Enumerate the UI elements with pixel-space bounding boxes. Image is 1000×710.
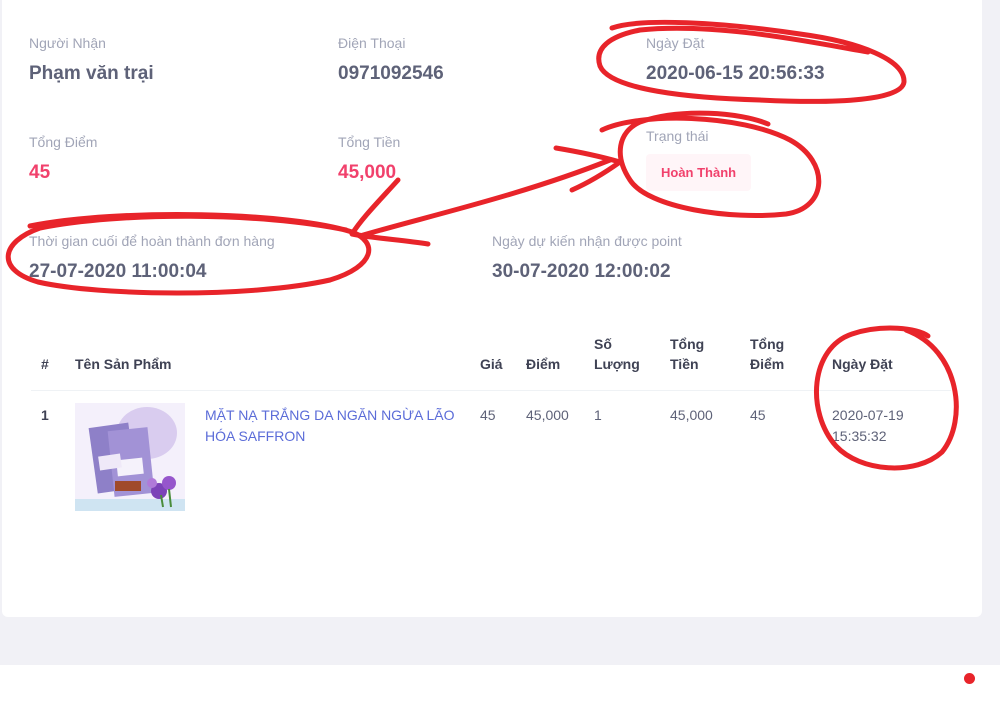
header-total-amount: Tổng Tiền <box>660 334 740 391</box>
order-date-field: Ngày Đặt 2020-06-15 20:56:33 <box>646 35 825 85</box>
order-date-label: Ngày Đặt <box>646 35 705 51</box>
row-thumbnail-cell <box>65 391 195 522</box>
total-points-field: Tổng Điểm 45 <box>29 134 97 184</box>
row-date: 2020-07-19 15:35:32 <box>832 407 904 444</box>
row-total-points: 45 <box>750 407 766 423</box>
notification-dot[interactable] <box>964 673 975 684</box>
order-detail-card: Người Nhận Phạm văn trại Điện Thoại 0971… <box>2 0 982 617</box>
row-date-cell: 2020-07-19 15:35:32 <box>822 391 951 522</box>
header-points: Điểm <box>516 334 584 391</box>
header-quantity-text: Số Lượng <box>594 336 640 372</box>
header-quantity: Số Lượng <box>584 334 660 391</box>
deadline-value: 27-07-2020 11:00:04 <box>29 261 207 282</box>
order-items-table: # Tên Sản Phẩm Giá Điểm Số Lượng Tổng Ti… <box>31 334 951 521</box>
table-header-row: # Tên Sản Phẩm Giá Điểm Số Lượng Tổng Ti… <box>31 334 951 391</box>
status-field: Trạng thái Hoàn Thành <box>646 128 752 191</box>
deadline-field: Thời gian cuối để hoàn thành đơn hàng 27… <box>29 233 275 283</box>
receiver-field: Người Nhận Phạm văn trại <box>29 35 154 85</box>
row-index: 1 <box>41 407 49 423</box>
table-row: 1 MẶT NẠ TRẮNG DA NGĂN NGỪA LÃO HÓA SAFF… <box>31 391 951 522</box>
expected-points-date-label: Ngày dự kiến nhận được point <box>492 233 682 249</box>
header-total-amount-text: Tổng Tiền <box>670 336 705 372</box>
receiver-value: Phạm văn trại <box>29 63 154 84</box>
phone-field: Điện Thoại 0971092546 <box>338 35 444 85</box>
phone-label: Điện Thoại <box>338 35 406 51</box>
total-amount-value: 45,000 <box>338 162 397 183</box>
header-product-name-spacer <box>195 334 470 391</box>
status-badge: Hoàn Thành <box>646 154 752 191</box>
header-total-points-text: Tổng Điểm <box>750 336 785 372</box>
header-total-points: Tổng Điểm <box>740 334 822 391</box>
status-label: Trạng thái <box>646 128 709 144</box>
row-quantity: 1 <box>594 407 602 423</box>
product-thumbnail[interactable] <box>75 403 185 511</box>
expected-points-date-value: 30-07-2020 12:00:02 <box>492 261 671 282</box>
receiver-label: Người Nhận <box>29 35 106 51</box>
total-amount-label: Tổng Tiền <box>338 134 401 150</box>
row-points: 45,000 <box>526 407 569 423</box>
row-total-amount: 45,000 <box>670 407 713 423</box>
order-date-value: 2020-06-15 20:56:33 <box>646 63 825 84</box>
row-price: 45 <box>480 407 496 423</box>
header-product: Tên Sản Phẩm <box>65 334 195 391</box>
header-index: # <box>31 334 65 391</box>
expected-points-date-field: Ngày dự kiến nhận được point 30-07-2020 … <box>492 233 682 283</box>
header-date: Ngày Đặt <box>822 334 951 391</box>
deadline-label: Thời gian cuối để hoàn thành đơn hàng <box>29 233 275 249</box>
row-product-name-cell: MẶT NẠ TRẮNG DA NGĂN NGỪA LÃO HÓA SAFFRO… <box>195 391 470 522</box>
total-points-value: 45 <box>29 162 51 183</box>
phone-value: 0971092546 <box>338 63 444 84</box>
total-amount-field: Tổng Tiền 45,000 <box>338 134 400 184</box>
header-price: Giá <box>470 334 516 391</box>
product-name-link[interactable]: MẶT NẠ TRẮNG DA NGĂN NGỪA LÃO HÓA SAFFRO… <box>205 407 455 444</box>
total-points-label: Tổng Điểm <box>29 134 98 150</box>
footer-band <box>0 665 1000 710</box>
